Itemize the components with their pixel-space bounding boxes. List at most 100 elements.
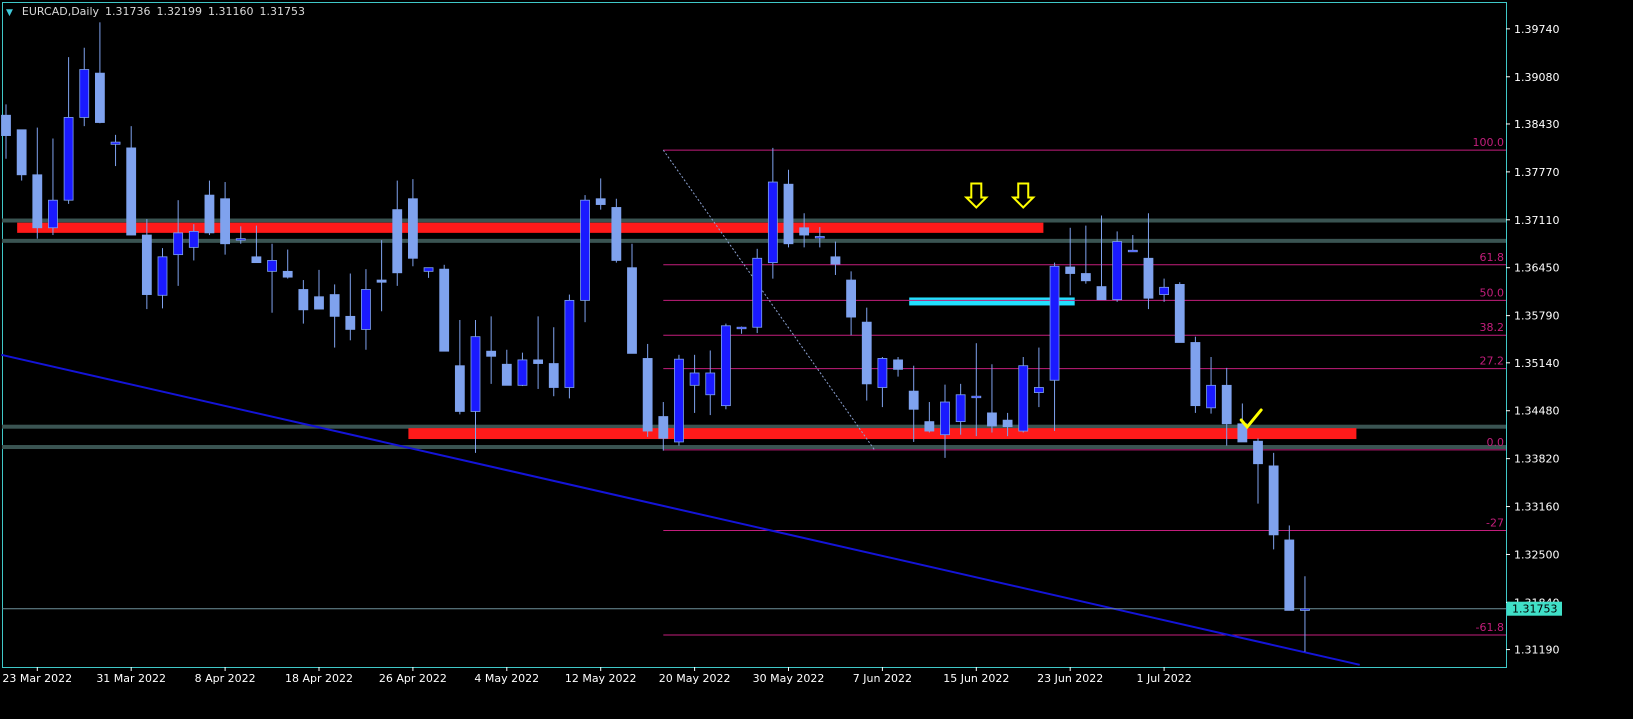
candle-body[interactable] xyxy=(345,315,356,330)
candle-body[interactable] xyxy=(846,279,856,318)
candle-body[interactable] xyxy=(971,395,982,399)
resistance-zone[interactable] xyxy=(17,222,1044,233)
candle-body[interactable] xyxy=(48,199,58,229)
y-tick-label: 1.39740 xyxy=(1514,23,1560,36)
x-tick-label: 7 Jun 2022 xyxy=(853,672,912,685)
candle-body[interactable] xyxy=(251,256,262,264)
candle-body[interactable] xyxy=(282,270,293,278)
candle-body[interactable] xyxy=(439,268,450,352)
candle-body[interactable] xyxy=(830,256,841,265)
candle-body[interactable] xyxy=(1300,608,1310,611)
candle-body[interactable] xyxy=(392,209,403,274)
y-tick-label: 1.39080 xyxy=(1514,71,1560,84)
fib-level-label: 0.0 xyxy=(1487,436,1505,449)
candle-body[interactable] xyxy=(877,358,888,388)
candle-body[interactable] xyxy=(908,390,919,410)
candle-body[interactable] xyxy=(580,199,590,301)
candle-body[interactable] xyxy=(454,365,465,412)
candle-body[interactable] xyxy=(1049,265,1060,381)
candle-body[interactable] xyxy=(220,198,231,245)
candle-body[interactable] xyxy=(1096,286,1107,301)
candle-body[interactable] xyxy=(861,321,872,385)
x-tick-label: 8 Apr 2022 xyxy=(195,672,256,685)
candle-body[interactable] xyxy=(752,257,763,328)
candle-body[interactable] xyxy=(1268,465,1279,536)
fib-level-label: 50.0 xyxy=(1480,286,1505,299)
candle-body[interactable] xyxy=(1127,249,1138,253)
candle-body[interactable] xyxy=(674,358,684,443)
candle-body[interactable] xyxy=(95,72,105,123)
dropdown-triangle-icon[interactable]: ▼ xyxy=(6,8,13,18)
candle-body[interactable] xyxy=(63,117,74,201)
candle-body[interactable] xyxy=(799,227,810,236)
candle-body[interactable] xyxy=(188,231,199,248)
candle-body[interactable] xyxy=(924,421,935,432)
grey-level-line[interactable] xyxy=(2,424,1506,429)
candle-body[interactable] xyxy=(173,232,184,256)
candle-body[interactable] xyxy=(423,267,434,272)
candle-body[interactable] xyxy=(1206,384,1216,409)
candle-body[interactable] xyxy=(501,363,512,386)
candle-body[interactable] xyxy=(767,181,778,264)
candle-body[interactable] xyxy=(1080,273,1091,282)
candle-body[interactable] xyxy=(1112,241,1123,301)
candle-body[interactable] xyxy=(627,267,637,354)
candle-body[interactable] xyxy=(204,194,215,234)
candle-body[interactable] xyxy=(940,401,950,436)
support-zone[interactable] xyxy=(408,428,1357,440)
candle-body[interactable] xyxy=(705,372,716,396)
candle-body[interactable] xyxy=(689,372,700,386)
candle-body[interactable] xyxy=(126,147,137,236)
candle-body[interactable] xyxy=(987,412,997,427)
candle-body[interactable] xyxy=(376,279,387,283)
candle-body[interactable] xyxy=(1174,284,1185,343)
candle-body[interactable] xyxy=(642,358,653,432)
candle-body[interactable] xyxy=(1190,342,1201,407)
candle-body[interactable] xyxy=(721,325,731,407)
candle-body[interactable] xyxy=(736,326,747,330)
candle-body[interactable] xyxy=(1159,286,1169,295)
candle-body[interactable] xyxy=(1034,387,1044,393)
candle-body[interactable] xyxy=(1065,266,1076,274)
candle-body[interactable] xyxy=(658,416,669,439)
grey-level-line[interactable] xyxy=(2,445,1506,450)
x-tick-label: 23 Jun 2022 xyxy=(1037,672,1103,685)
candle-body[interactable] xyxy=(141,234,152,295)
candle-body[interactable] xyxy=(470,336,481,412)
candle-body[interactable] xyxy=(267,260,277,272)
x-tick-label: 30 May 2022 xyxy=(753,672,825,685)
candle-body[interactable] xyxy=(595,198,606,205)
candle-body[interactable] xyxy=(329,294,340,317)
chart-background xyxy=(0,0,1633,719)
candle-body[interactable] xyxy=(32,174,43,229)
candle-body[interactable] xyxy=(486,350,497,357)
candle-body[interactable] xyxy=(16,129,27,176)
candle-body[interactable] xyxy=(1018,365,1029,432)
candle-body[interactable] xyxy=(564,299,575,388)
x-tick-label: 1 Jul 2022 xyxy=(1136,672,1191,685)
candle-body[interactable] xyxy=(893,359,903,370)
candle-body[interactable] xyxy=(814,236,825,239)
fib-level-label: 61.8 xyxy=(1480,251,1505,264)
candle-body[interactable] xyxy=(407,198,418,259)
candle-body[interactable] xyxy=(157,256,168,296)
candle-body[interactable] xyxy=(79,69,90,118)
candle-body[interactable] xyxy=(955,394,966,423)
candle-body[interactable] xyxy=(361,289,371,330)
candle-body[interactable] xyxy=(1,114,11,136)
candle-body[interactable] xyxy=(1253,440,1263,465)
candle-body[interactable] xyxy=(548,363,559,388)
candle-body[interactable] xyxy=(235,238,246,241)
candle-body[interactable] xyxy=(298,289,309,311)
candle-body[interactable] xyxy=(1221,384,1232,425)
candle-body[interactable] xyxy=(314,296,324,310)
candle-body[interactable] xyxy=(1143,257,1154,299)
candle-body[interactable] xyxy=(783,183,794,245)
candle-body[interactable] xyxy=(1002,419,1013,428)
candle-body[interactable] xyxy=(517,359,528,386)
candle-body[interactable] xyxy=(533,359,543,364)
candle-body[interactable] xyxy=(110,141,121,145)
candle-body[interactable] xyxy=(611,207,622,261)
candle-body[interactable] xyxy=(1284,539,1295,611)
price-chart[interactable]: 100.0 61.8 50.0 38.2 27.2 0.0 -27 -61.8 1.39740 1… xyxy=(0,0,1633,719)
